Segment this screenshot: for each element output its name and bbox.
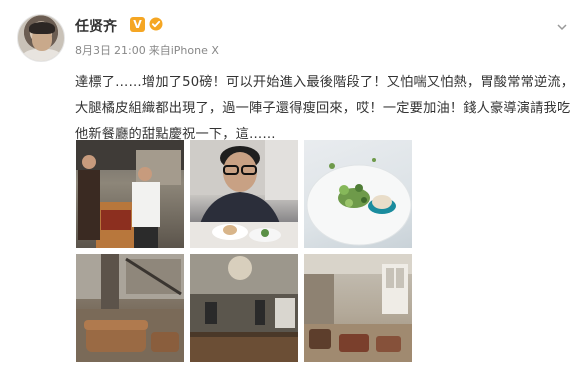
vip-badge: V [130, 17, 145, 32]
photo-kitchen-chefs[interactable] [76, 140, 184, 248]
post-text: 達標了……增加了50磅！可以开始進入最後階段了！又怕喘又怕熱，胃酸常常逆流，大腿… [75, 75, 575, 142]
photo-man-at-table[interactable] [190, 140, 298, 248]
photo-dining-room[interactable] [304, 254, 412, 362]
avatar[interactable] [17, 14, 65, 62]
photo-loft-interior[interactable] [76, 254, 184, 362]
post-meta: 8月3日 21:00 来自iPhone X [75, 42, 222, 58]
verified-icon [149, 17, 163, 31]
photo-dessert-plate[interactable] [304, 140, 412, 248]
post-time[interactable]: 21:00 [114, 44, 146, 57]
photo-open-kitchen[interactable] [190, 254, 298, 362]
post-date[interactable]: 8月3日 [75, 44, 111, 57]
chevron-down-icon[interactable] [556, 21, 568, 33]
username[interactable]: 任贤齐 [75, 16, 117, 36]
post-source: 来自iPhone X [148, 44, 219, 57]
